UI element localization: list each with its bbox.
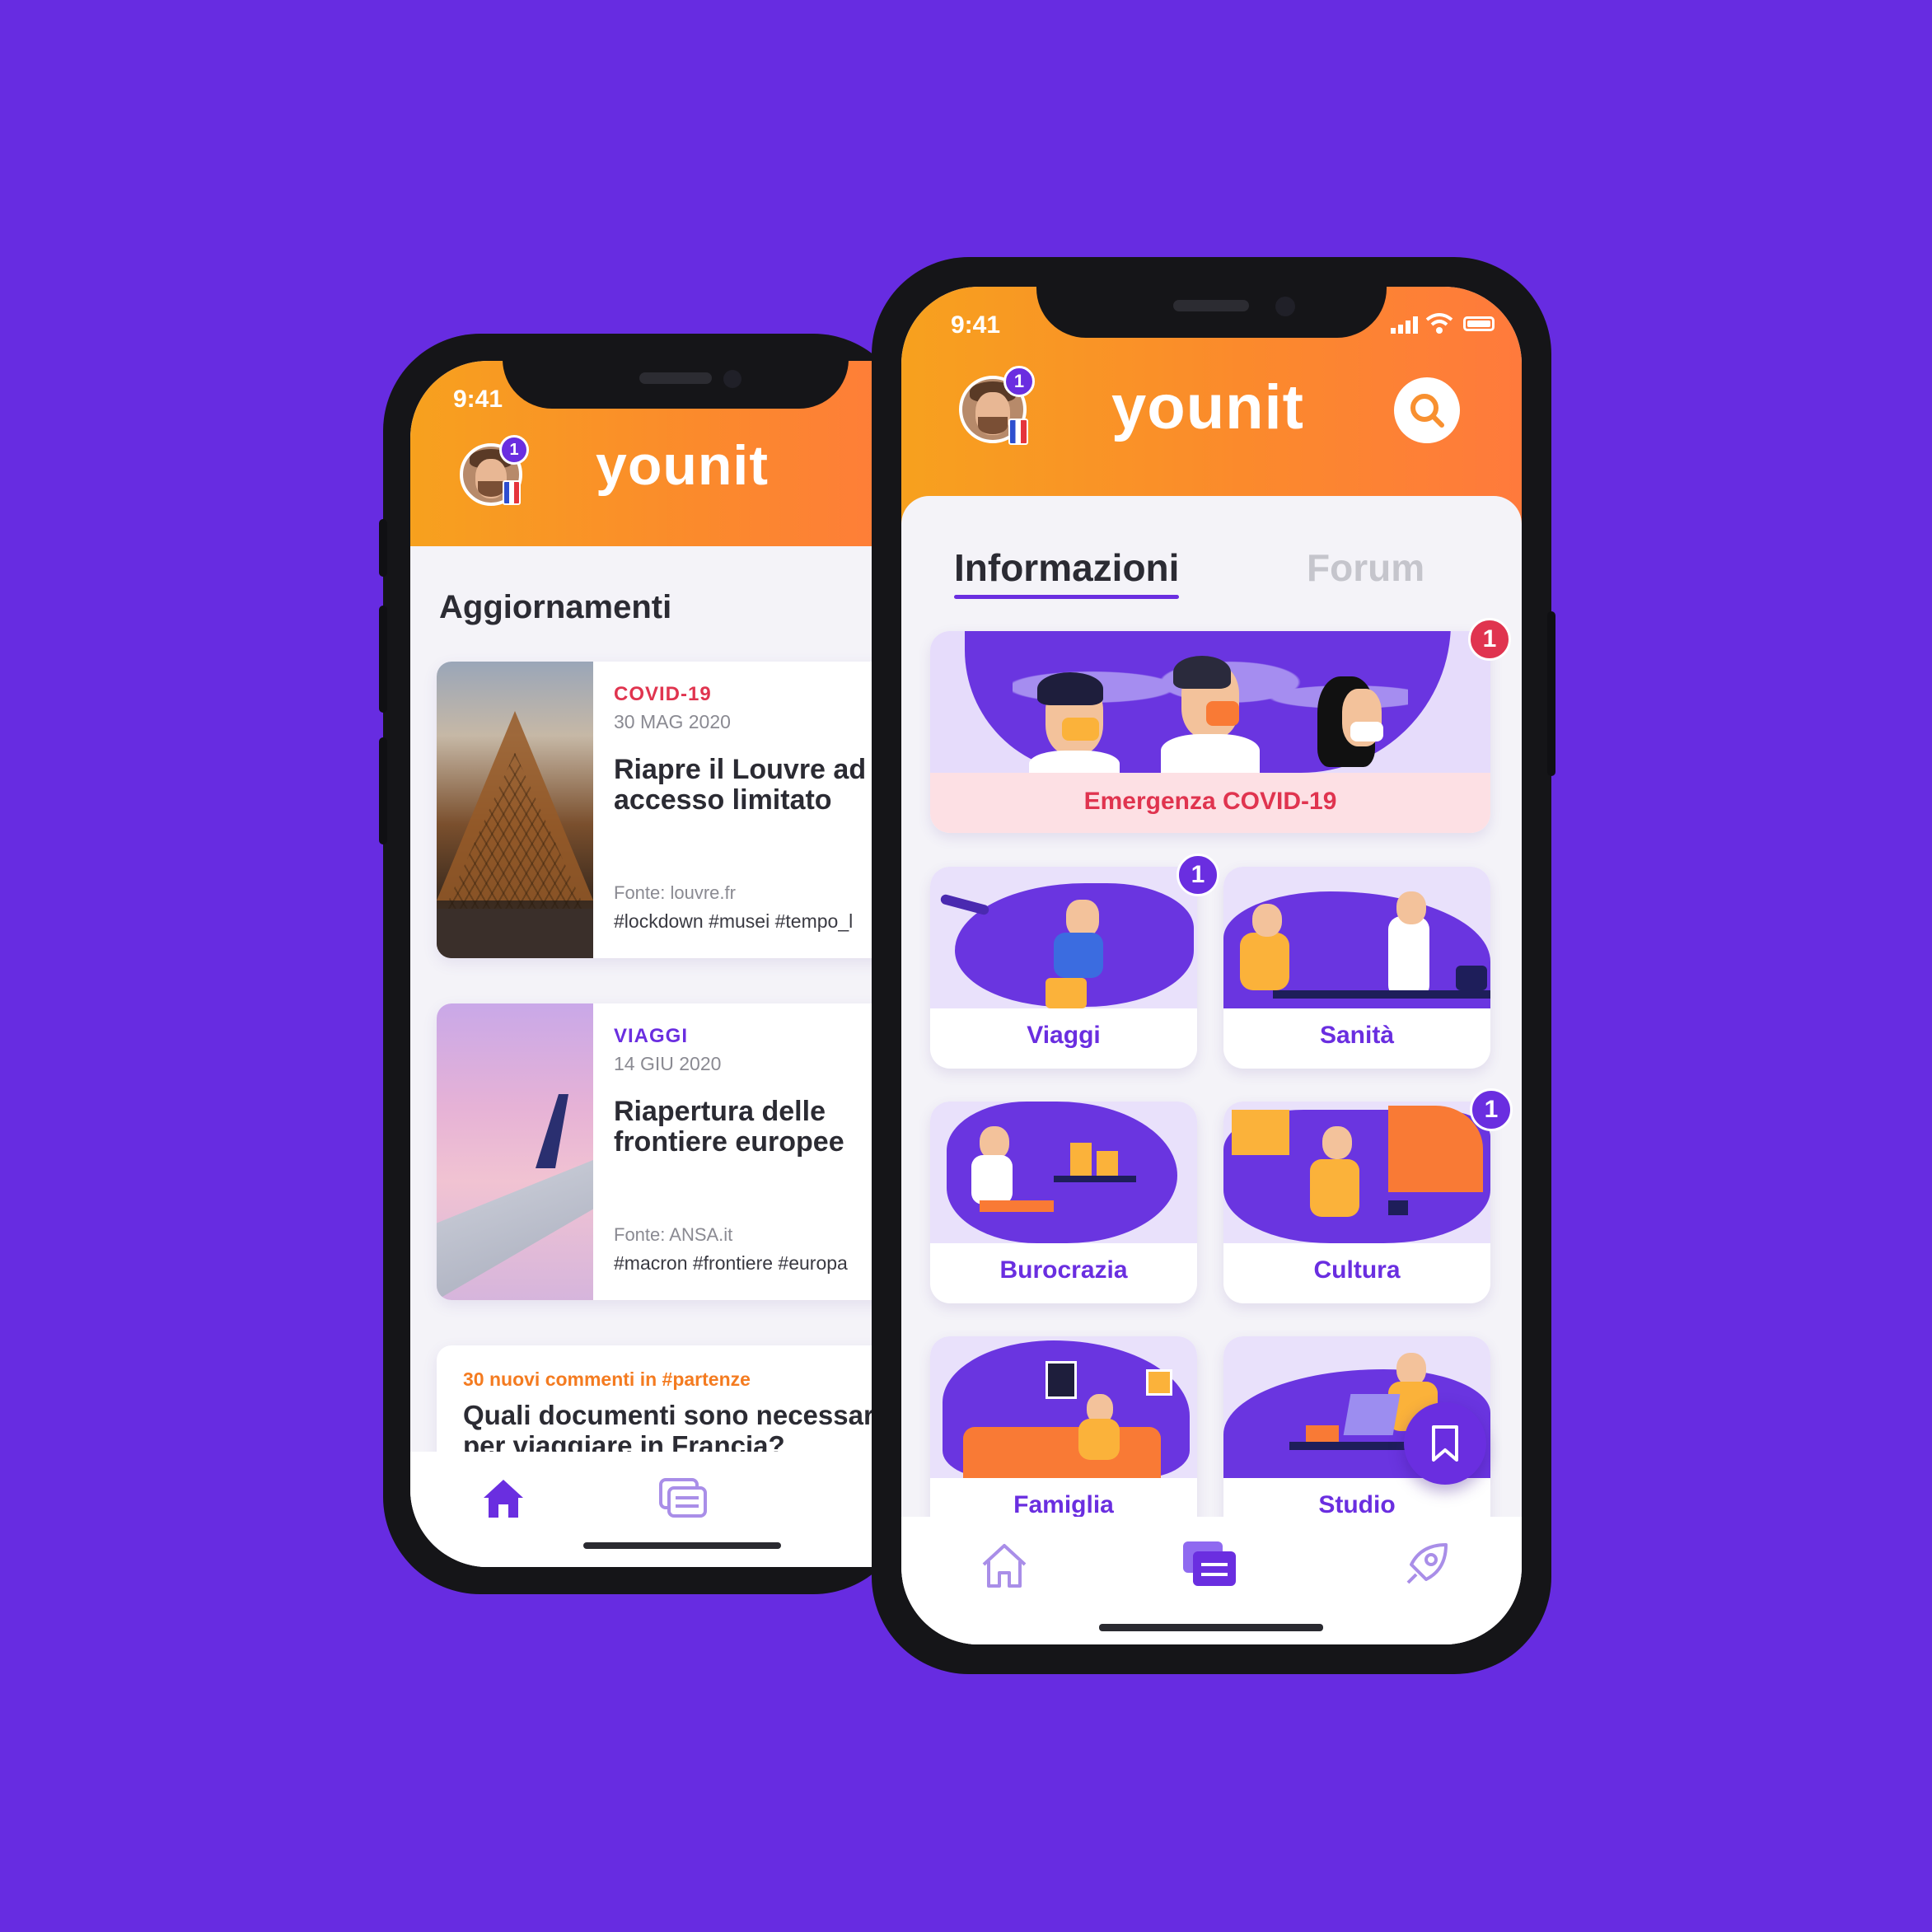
chat-icon[interactable] bbox=[657, 1476, 709, 1521]
news-date: 14 GIU 2020 bbox=[614, 1053, 722, 1074]
category-label: Sanità bbox=[1319, 1022, 1395, 1049]
health-illustration bbox=[1223, 867, 1490, 1008]
home-indicator bbox=[583, 1542, 781, 1549]
status-time: 9:41 bbox=[453, 386, 503, 413]
category-label: Cultura bbox=[1313, 1256, 1401, 1284]
news-hashtags: #lockdown #musei #tempo_l bbox=[614, 910, 854, 932]
covid-illustration bbox=[930, 631, 1490, 784]
category-famiglia[interactable]: Famiglia bbox=[930, 1336, 1197, 1538]
category-badge: 1 bbox=[1470, 1088, 1513, 1131]
category-label: Studio bbox=[1318, 1491, 1396, 1518]
bureaucracy-illustration bbox=[930, 1102, 1197, 1243]
category-viaggi[interactable]: Viaggi bbox=[930, 867, 1197, 1069]
category-burocrazia[interactable]: Burocrazia bbox=[930, 1102, 1197, 1303]
tab-informazioni[interactable]: Informazioni bbox=[954, 545, 1180, 599]
flag-icon bbox=[1008, 419, 1028, 445]
power-button bbox=[1547, 611, 1555, 776]
forum-meta: 30 nuovi commenti in #partenze bbox=[463, 1368, 751, 1390]
notification-badge: 1 bbox=[1003, 366, 1035, 397]
news-card[interactable]: COVID-19 30 MAG 2020 Riapre il Louvre ad… bbox=[437, 662, 931, 958]
news-card[interactable]: VIAGGI 14 GIU 2020 Riapertura delle fron… bbox=[437, 1003, 931, 1300]
notification-badge: 1 bbox=[499, 435, 529, 465]
covid-label: Emergenza COVID-19 bbox=[1083, 788, 1337, 815]
category-panel: Informazioni Forum Emergenza COVID-19 1 … bbox=[901, 496, 1522, 1644]
right-screen: 9:41 1 younit Informazioni Forum Emergen… bbox=[901, 287, 1522, 1644]
news-tag: VIAGGI bbox=[614, 1025, 689, 1047]
tab-forum[interactable]: Forum bbox=[1307, 545, 1424, 590]
status-time: 9:41 bbox=[951, 311, 1001, 339]
covid-card[interactable]: Emergenza COVID-19 bbox=[930, 631, 1490, 833]
news-date: 30 MAG 2020 bbox=[614, 711, 731, 732]
news-source: Fonte: ANSA.it bbox=[614, 1224, 733, 1245]
notch bbox=[1036, 287, 1387, 338]
app-logo: younit bbox=[1111, 372, 1304, 442]
news-hashtags: #macron #frontiere #europa bbox=[614, 1252, 848, 1274]
chat-icon[interactable] bbox=[1181, 1540, 1237, 1589]
news-tag: COVID-19 bbox=[614, 683, 712, 705]
volume-down-button bbox=[379, 737, 387, 844]
signal-icon bbox=[1391, 316, 1419, 334]
mute-switch bbox=[379, 519, 387, 577]
active-tab-indicator bbox=[954, 595, 1180, 599]
flag-icon bbox=[503, 480, 521, 505]
travel-illustration bbox=[930, 867, 1197, 1008]
wifi-icon bbox=[1425, 313, 1453, 334]
bottom-nav bbox=[901, 1517, 1522, 1644]
covid-badge: 1 bbox=[1468, 618, 1511, 661]
category-label: Burocrazia bbox=[999, 1256, 1128, 1284]
search-button[interactable] bbox=[1394, 377, 1460, 443]
feed: Aggiornamenti COVID-19 30 MAG 2020 Riapr… bbox=[410, 546, 938, 1567]
culture-illustration bbox=[1223, 1102, 1490, 1243]
battery-icon bbox=[1463, 316, 1495, 331]
bookmark-icon bbox=[1432, 1425, 1458, 1462]
right-phone: 9:41 1 younit Informazioni Forum Emergen… bbox=[872, 257, 1555, 1674]
notch bbox=[503, 361, 849, 409]
category-sanita[interactable]: Sanità bbox=[1223, 867, 1490, 1069]
category-label: Famiglia bbox=[1013, 1491, 1114, 1518]
left-screen: 9:41 1 younit Aggiornamenti COVID-19 30 … bbox=[410, 361, 938, 1567]
bookmark-fab[interactable] bbox=[1404, 1402, 1486, 1485]
news-source: Fonte: louvre.fr bbox=[614, 882, 736, 903]
family-illustration bbox=[930, 1336, 1197, 1478]
bottom-nav bbox=[410, 1452, 938, 1567]
search-icon bbox=[1410, 394, 1444, 428]
section-title: Aggiornamenti bbox=[439, 589, 672, 625]
left-phone: 9:41 1 younit Aggiornamenti COVID-19 30 … bbox=[379, 334, 938, 1594]
home-icon[interactable] bbox=[980, 1541, 1029, 1589]
home-icon[interactable] bbox=[480, 1476, 526, 1521]
tab-label: Informazioni bbox=[954, 546, 1180, 589]
home-indicator bbox=[1099, 1624, 1323, 1631]
category-label: Viaggi bbox=[1027, 1022, 1101, 1049]
category-badge: 1 bbox=[1177, 854, 1219, 896]
louvre-image bbox=[437, 662, 593, 958]
app-logo: younit bbox=[596, 434, 769, 497]
category-cultura[interactable]: Cultura bbox=[1223, 1102, 1490, 1303]
airplane-wing-image bbox=[437, 1003, 593, 1300]
rocket-icon[interactable] bbox=[1400, 1540, 1451, 1591]
volume-up-button bbox=[379, 606, 387, 713]
